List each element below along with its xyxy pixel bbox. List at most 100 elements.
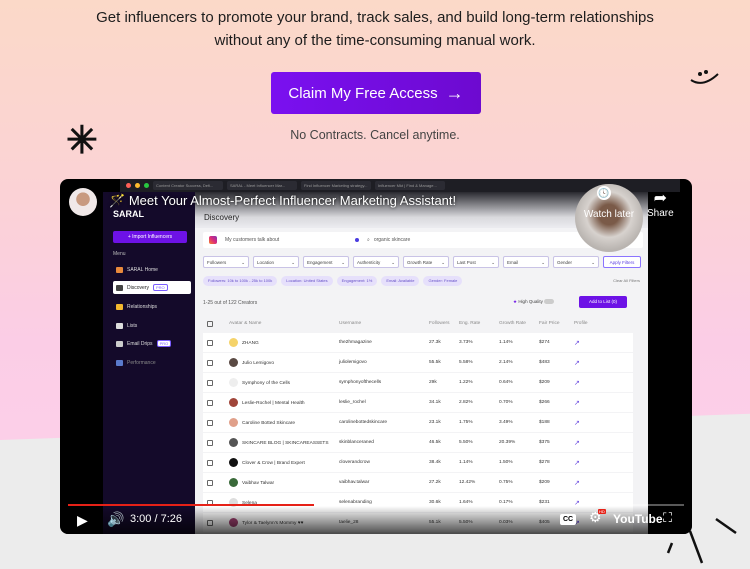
youtube-logo[interactable]: YouTube — [613, 512, 663, 526]
growth-rate-cell: 1.50% — [499, 460, 513, 465]
video-title[interactable]: 🪄 Meet Your Almost-Perfect Influencer Ma… — [109, 193, 456, 209]
table-row[interactable]: Clover & Crow | Brand Expert cloverandcr… — [203, 453, 633, 472]
filter-label: Last Post — [457, 260, 476, 265]
external-link-icon[interactable]: ↗ — [574, 439, 604, 447]
external-link-icon[interactable]: ↗ — [574, 379, 604, 387]
followers-cell: 38.4k — [429, 460, 441, 465]
share-icon: ➦ — [653, 190, 668, 207]
table-row[interactable]: SKINCARE BLOG | SKINCAREASSETS skinblanc… — [203, 433, 633, 452]
sidebar-item-discovery[interactable]: Discovery PRO — [113, 281, 191, 294]
column-header: Profile — [574, 321, 588, 326]
table-row[interactable]: Symphony of the Cells symphonyofthecells… — [203, 373, 633, 392]
filter-gender[interactable]: Gender ⌄ — [553, 256, 599, 268]
table-row[interactable]: Leslie-Rochel | Mental Health leslie_roc… — [203, 393, 633, 412]
clock-icon[interactable]: 🕓 — [597, 186, 611, 200]
external-link-icon[interactable]: ↗ — [574, 479, 604, 487]
hero-description: Get influencers to promote your brand, t… — [0, 6, 750, 52]
share-button[interactable]: ➦ Share — [647, 188, 674, 219]
chevron-down-icon: ⌄ — [591, 260, 595, 265]
username-cell: leslie_rochel — [339, 400, 366, 405]
keyword-search-input[interactable]: organic skincare — [374, 237, 410, 243]
creator-name: Vaibhav Talwar — [242, 480, 275, 486]
row-checkbox[interactable] — [207, 459, 213, 466]
external-link-icon[interactable]: ↗ — [574, 419, 604, 427]
pro-badge: PRO — [156, 340, 172, 347]
row-checkbox[interactable] — [207, 359, 213, 366]
growth-rate-cell: 1.14% — [499, 340, 513, 345]
table-row[interactable]: Julio Lemigovo juliolemigovo 55.5k 5.58%… — [203, 353, 633, 372]
filter-followers[interactable]: Followers ⌄ — [203, 256, 249, 268]
row-checkbox[interactable] — [207, 379, 213, 386]
sidebar-item-lists[interactable]: Lists — [113, 319, 191, 332]
import-influencers-button[interactable]: + Import Influencers — [113, 231, 187, 243]
claim-access-button[interactable]: Claim My Free Access → — [271, 72, 481, 114]
search-bar[interactable]: My customers talk about ⌕ organic skinca… — [203, 232, 643, 248]
table-row[interactable]: Vaibhav Talwar vaibhav.talwar 27.2k 12.4… — [203, 473, 633, 492]
external-link-icon[interactable]: ↗ — [574, 459, 604, 467]
window-min-dot — [135, 183, 140, 188]
fair-price-cell: $375 — [539, 440, 550, 445]
creator-name: ZHANG — [242, 340, 259, 346]
row-checkbox[interactable] — [207, 439, 213, 446]
handshake-icon — [116, 303, 123, 310]
watch-later-button[interactable]: Watch later — [579, 209, 639, 220]
followers-cell: 27.3k — [429, 340, 441, 345]
filter-chip[interactable]: Location: United States — [281, 276, 333, 286]
filter-last-post[interactable]: Last Post ⌄ — [453, 256, 499, 268]
fullscreen-icon[interactable]: ⛶ — [663, 510, 672, 526]
column-header: Growth Rate — [499, 321, 526, 326]
table-row[interactable]: Caroline Botted Skincare carolinebotteds… — [203, 413, 633, 432]
video-player[interactable]: Content Creator Success, Defi... SARAL -… — [60, 179, 692, 534]
eng-rate-cell: 1.22% — [459, 380, 473, 385]
growth-rate-cell: 20.39% — [499, 440, 516, 445]
filter-authenticity[interactable]: Authenticity ⌄ — [353, 256, 399, 268]
browser-tab: Content Creator Success, Defi... — [153, 181, 223, 190]
external-link-icon[interactable]: ↗ — [574, 359, 604, 367]
sidebar-item-relationships[interactable]: Relationships — [113, 300, 191, 313]
clear-filters-link[interactable]: Clear All Filters — [613, 278, 640, 283]
volume-icon[interactable]: 🔊 — [107, 511, 124, 528]
toggle-switch[interactable] — [544, 299, 555, 305]
eng-rate-cell: 3.73% — [459, 340, 473, 345]
filter-growth-rate[interactable]: Growth Rate ⌄ — [403, 256, 449, 268]
select-all-checkbox[interactable] — [207, 320, 213, 327]
sidebar-item-home[interactable]: SARAL Home — [113, 263, 191, 276]
high-quality-toggle[interactable]: ★ High Quality — [513, 299, 555, 305]
search-topic-input[interactable]: My customers talk about — [225, 237, 355, 243]
eng-rate-cell: 5.50% — [459, 440, 473, 445]
chevron-down-icon: ⌄ — [241, 260, 245, 265]
filter-chip[interactable]: Email: Available — [381, 276, 420, 286]
time-display: 3:00 / 7:26 — [130, 513, 182, 525]
add-to-list-button[interactable]: Add to List (0) — [579, 296, 627, 308]
table-row[interactable]: ZHANG the2hmagazine 27.3k 3.73% 1.14% $2… — [203, 333, 633, 352]
row-checkbox[interactable] — [207, 419, 213, 426]
page-title: Discovery — [204, 213, 240, 222]
filter-engagement[interactable]: Engagement ⌄ — [303, 256, 349, 268]
sidebar-item-performance[interactable]: Performance — [113, 356, 191, 369]
external-link-icon[interactable]: ↗ — [574, 399, 604, 407]
sidebar-item-email-drips[interactable]: Email Drips PRO — [113, 337, 191, 350]
filter-chip[interactable]: Followers: 10k to 100k - 25k to 100k — [203, 276, 278, 286]
play-icon[interactable]: ▶ — [77, 512, 88, 529]
browser-tab: Find Influencer Marketing strategy... — [301, 181, 371, 190]
filter-chip[interactable]: Gender: Female — [423, 276, 463, 286]
search-icon — [116, 284, 123, 291]
progress-bar[interactable] — [68, 504, 684, 506]
captions-button[interactable]: CC — [560, 514, 577, 525]
creator-cell: Leslie-Rochel | Mental Health — [229, 398, 339, 407]
filter-label: Location — [257, 260, 275, 265]
no-contracts-text: No Contracts. Cancel anytime. — [290, 128, 460, 142]
avatar — [229, 338, 238, 347]
result-count: 1-25 out of 122 Creators — [203, 300, 258, 306]
filter-location[interactable]: Location ⌄ — [253, 256, 299, 268]
row-checkbox[interactable] — [207, 399, 213, 406]
window-close-dot — [126, 183, 131, 188]
apply-filters-button[interactable]: Apply Filters — [603, 256, 641, 268]
followers-cell: 29k — [429, 380, 437, 385]
channel-avatar[interactable] — [69, 188, 97, 216]
external-link-icon[interactable]: ↗ — [574, 339, 604, 347]
filter-chip[interactable]: Engagement: 1% — [336, 276, 378, 286]
row-checkbox[interactable] — [207, 479, 213, 486]
row-checkbox[interactable] — [207, 339, 213, 346]
filter-email[interactable]: Email ⌄ — [503, 256, 549, 268]
